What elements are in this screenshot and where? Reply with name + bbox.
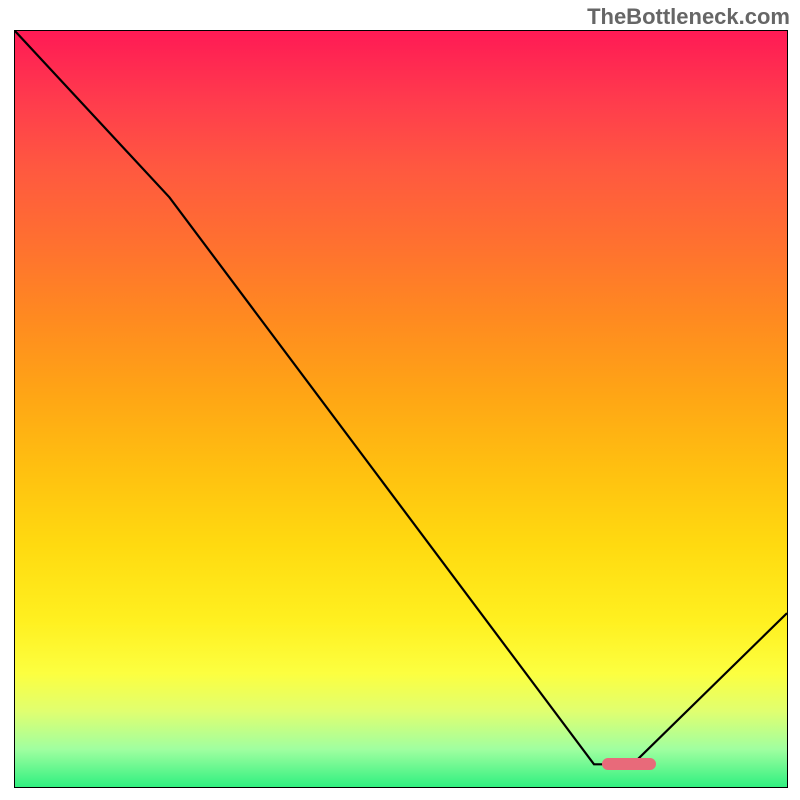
curve-layer [15,31,787,787]
plot-area [14,30,788,788]
optimal-marker [602,758,656,770]
bottleneck-curve [15,31,787,764]
watermark-text: TheBottleneck.com [587,4,790,30]
chart-container: TheBottleneck.com [0,0,800,800]
